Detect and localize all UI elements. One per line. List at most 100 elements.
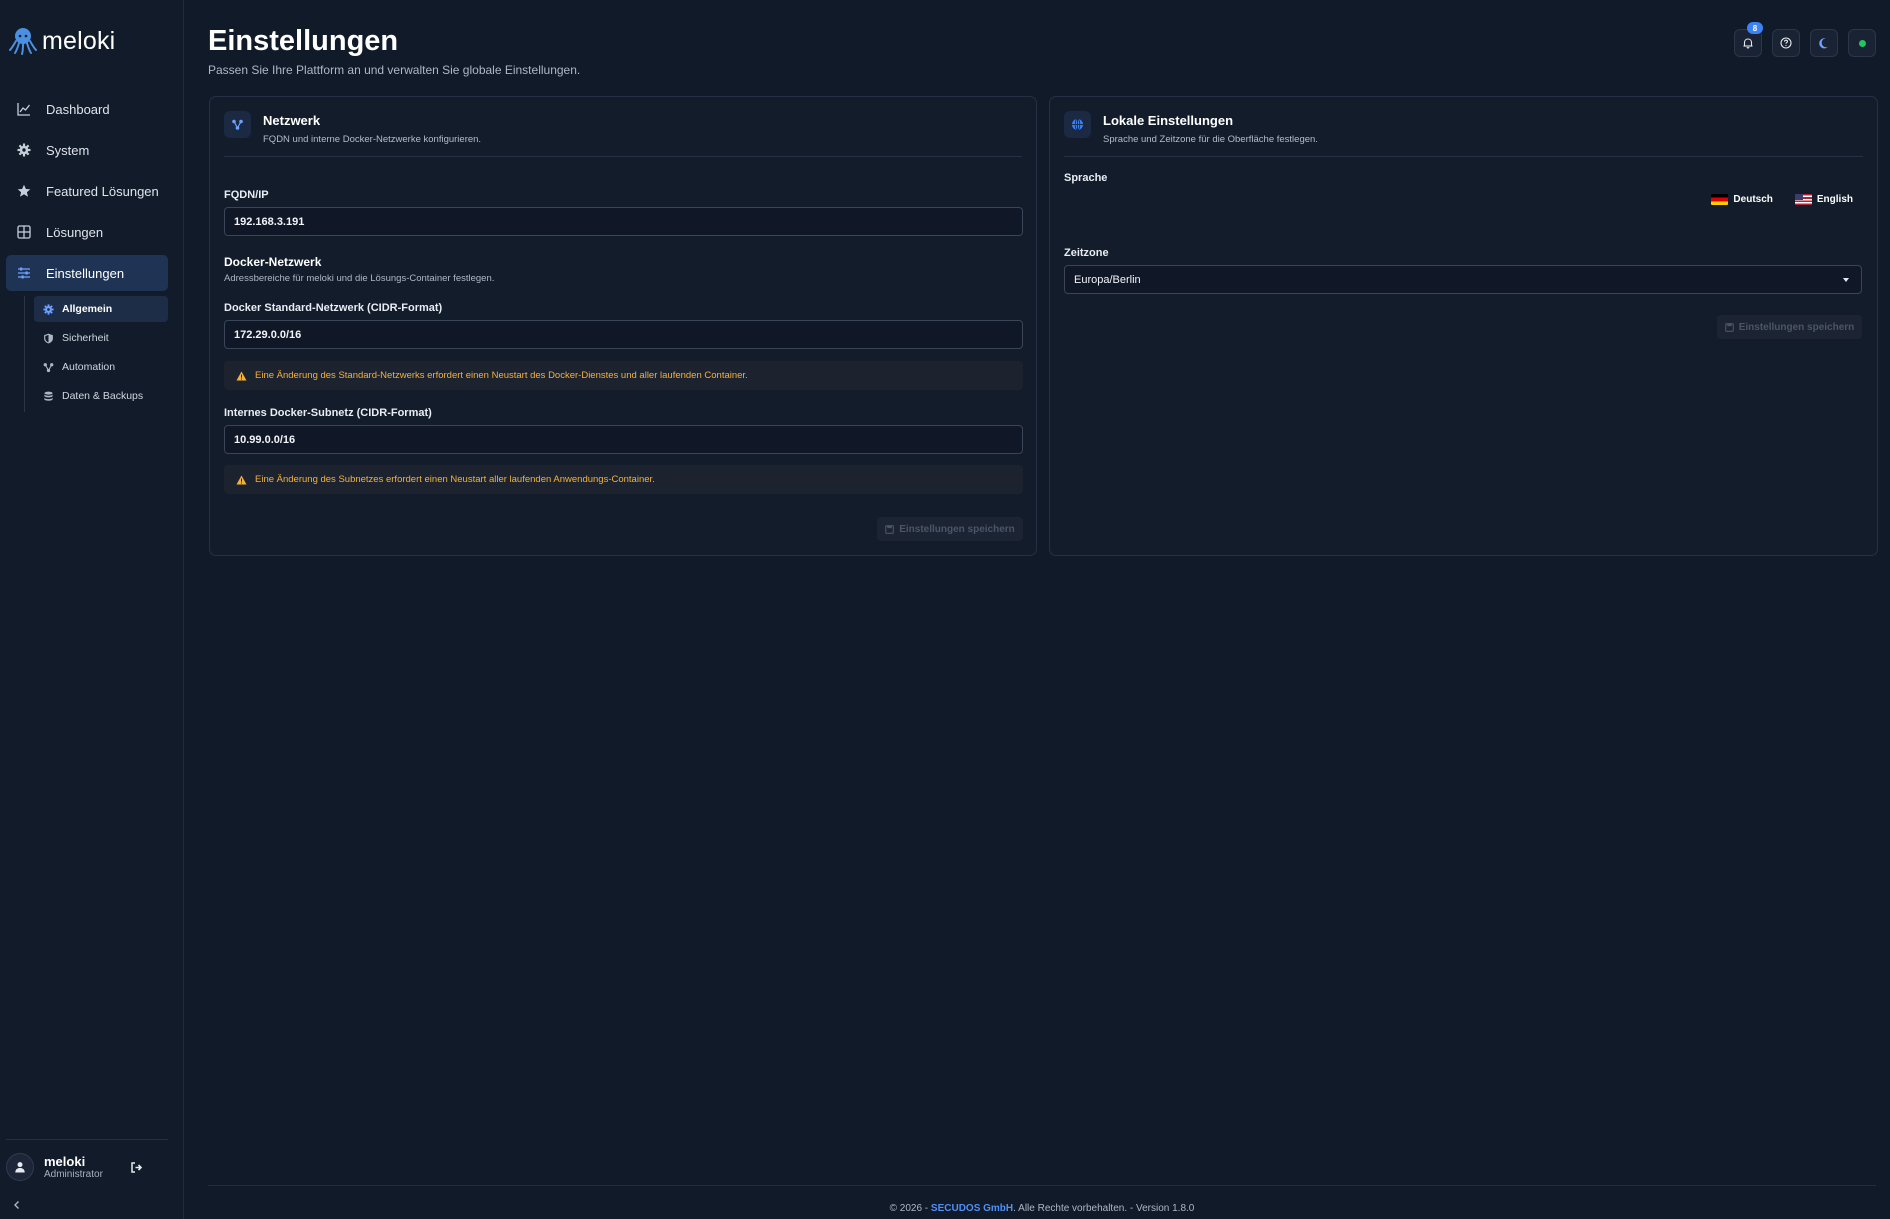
subnav-item-sicherheit[interactable]: Sicherheit <box>34 325 168 351</box>
avatar[interactable] <box>6 1153 34 1181</box>
footer-rights: . Alle Rechte vorbehalten. - Version 1.8… <box>1013 1203 1195 1214</box>
collapse-sidebar-button[interactable] <box>12 1197 24 1209</box>
us-flag-icon <box>1794 194 1812 205</box>
warning-icon <box>236 371 247 380</box>
octopus-logo-icon <box>9 28 37 55</box>
system-status-button[interactable] <box>1848 29 1876 57</box>
warning-icon <box>236 475 247 484</box>
network-card-description: FQDN und interne Docker-Netzwerke konfig… <box>263 134 482 145</box>
subnav-item-daten-backups[interactable]: Daten & Backups <box>34 383 168 409</box>
sidebar-item-label: System <box>46 142 90 158</box>
subnav-item-label: Automation <box>62 361 116 373</box>
help-circle-icon <box>1780 37 1792 49</box>
save-button-label: Einstellungen speichern <box>1738 321 1855 333</box>
gear-icon <box>42 303 54 315</box>
app-logo[interactable]: meloki <box>8 26 115 56</box>
notifications-button[interactable]: 8 <box>1734 22 1763 57</box>
timezone-selected-value: Europa/Berlin <box>1074 273 1141 286</box>
page-title: Einstellungen <box>208 25 399 57</box>
network-card: Netzwerk FQDN und interne Docker-Netzwer… <box>209 96 1037 556</box>
sidebar-divider <box>6 1139 168 1140</box>
german-flag-icon <box>1711 194 1729 205</box>
user-icon <box>15 1162 25 1173</box>
page-subtitle: Passen Sie Ihre Plattform an und verwalt… <box>208 63 581 77</box>
theme-toggle-button[interactable] <box>1810 29 1838 57</box>
sidebar-nav: Dashboard System Featured Lösungen Lösun… <box>6 91 168 296</box>
chevron-down-icon <box>1843 278 1849 282</box>
sidebar-item-system[interactable]: System <box>6 132 168 168</box>
timezone-label: Zeitzone <box>1064 247 1109 259</box>
docker-network-description: Adressbereiche für meloki und die Lösung… <box>224 273 495 284</box>
bell-icon <box>1743 38 1753 49</box>
shield-icon <box>42 332 54 344</box>
docker-network-title: Docker-Netzwerk <box>224 255 322 269</box>
sidebar-item-loesungen[interactable]: Lösungen <box>6 214 168 250</box>
language-option-english[interactable]: English <box>1794 194 1853 205</box>
moon-icon <box>1819 37 1828 49</box>
sidebar-item-einstellungen[interactable]: Einstellungen <box>6 255 168 291</box>
fqdn-label: FQDN/IP <box>224 189 269 201</box>
globe-icon <box>1064 111 1091 138</box>
footer: © 2026 - SECUDOS GmbH. Alle Rechte vorbe… <box>208 1203 1876 1214</box>
subnav-item-allgemein[interactable]: Allgemein <box>34 296 168 322</box>
settings-subnav: Allgemein Sicherheit Automation Daten & … <box>24 296 168 412</box>
footer-divider <box>208 1185 1876 1186</box>
footer-copyright: © 2026 - <box>889 1203 931 1214</box>
user-name: meloki <box>44 1154 86 1169</box>
save-button-label: Einstellungen speichern <box>899 523 1015 535</box>
sidebar: meloki Dashboard System Featured Lösunge… <box>0 0 184 1219</box>
language-option-label: English <box>1816 194 1853 205</box>
save-icon <box>1724 322 1734 332</box>
logout-icon <box>131 1161 143 1173</box>
docker-standard-network-input[interactable]: 172.29.0.0/16 <box>224 320 1023 349</box>
notification-count-badge: 8 <box>1747 22 1763 34</box>
card-divider <box>224 156 1022 157</box>
footer-brand-link[interactable]: SECUDOS GmbH <box>931 1203 1013 1214</box>
internal-subnet-label: Internes Docker-Subnetz (CIDR-Format) <box>224 407 432 419</box>
sidebar-item-label: Dashboard <box>46 101 110 117</box>
locale-card-description: Sprache und Zeitzone für die Oberfläche … <box>1103 134 1318 145</box>
internal-subnet-input[interactable]: 10.99.0.0/16 <box>224 425 1023 454</box>
user-profile: meloki Administrator <box>6 1153 145 1181</box>
timezone-select[interactable]: Europa/Berlin <box>1064 265 1862 294</box>
card-divider <box>1064 156 1863 157</box>
sidebar-item-label: Lösungen <box>46 224 104 240</box>
network-icon <box>42 361 54 373</box>
subnav-item-label: Sicherheit <box>62 332 109 344</box>
sidebar-item-dashboard[interactable]: Dashboard <box>6 91 168 127</box>
grid-icon <box>16 224 32 240</box>
subnav-item-label: Allgemein <box>62 303 113 315</box>
sidebar-item-featured[interactable]: Featured Lösungen <box>6 173 168 209</box>
chart-line-icon <box>16 101 32 117</box>
gear-icon <box>16 142 32 158</box>
logout-button[interactable] <box>129 1159 145 1175</box>
subnet-warning: Eine Änderung des Subnetzes erfordert ei… <box>224 465 1023 494</box>
star-icon <box>16 183 32 199</box>
app-name: meloki <box>42 26 116 55</box>
language-label: Sprache <box>1064 172 1108 184</box>
top-toolbar: 8 <box>1724 22 1876 57</box>
network-card-title: Netzwerk <box>263 113 321 128</box>
fqdn-input[interactable]: 192.168.3.191 <box>224 207 1023 236</box>
subnav-item-automation[interactable]: Automation <box>34 354 168 380</box>
save-icon <box>885 524 895 534</box>
language-option-label: Deutsch <box>1733 194 1773 205</box>
language-option-deutsch[interactable]: Deutsch <box>1711 194 1773 205</box>
sidebar-item-label: Featured Lösungen <box>46 183 159 199</box>
user-role: Administrator <box>44 1169 103 1180</box>
locale-save-button[interactable]: Einstellungen speichern <box>1717 315 1862 339</box>
subnav-item-label: Daten & Backups <box>62 390 144 402</box>
chevron-left-icon <box>14 1201 19 1209</box>
network-save-button[interactable]: Einstellungen speichern <box>877 517 1023 541</box>
standard-network-warning: Eine Änderung des Standard-Netzwerks erf… <box>224 361 1023 390</box>
docker-standard-network-label: Docker Standard-Netzwerk (CIDR-Format) <box>224 302 443 314</box>
locale-card: Lokale Einstellungen Sprache und Zeitzon… <box>1049 96 1878 556</box>
locale-card-title: Lokale Einstellungen <box>1103 113 1234 128</box>
help-button[interactable] <box>1772 29 1800 57</box>
status-online-indicator <box>1858 39 1866 47</box>
database-icon <box>42 390 54 402</box>
language-switcher: Deutsch English <box>1689 194 1853 205</box>
sliders-icon <box>16 265 32 281</box>
sidebar-item-label: Einstellungen <box>46 265 125 281</box>
warning-text: Eine Änderung des Subnetzes erfordert ei… <box>255 474 655 485</box>
